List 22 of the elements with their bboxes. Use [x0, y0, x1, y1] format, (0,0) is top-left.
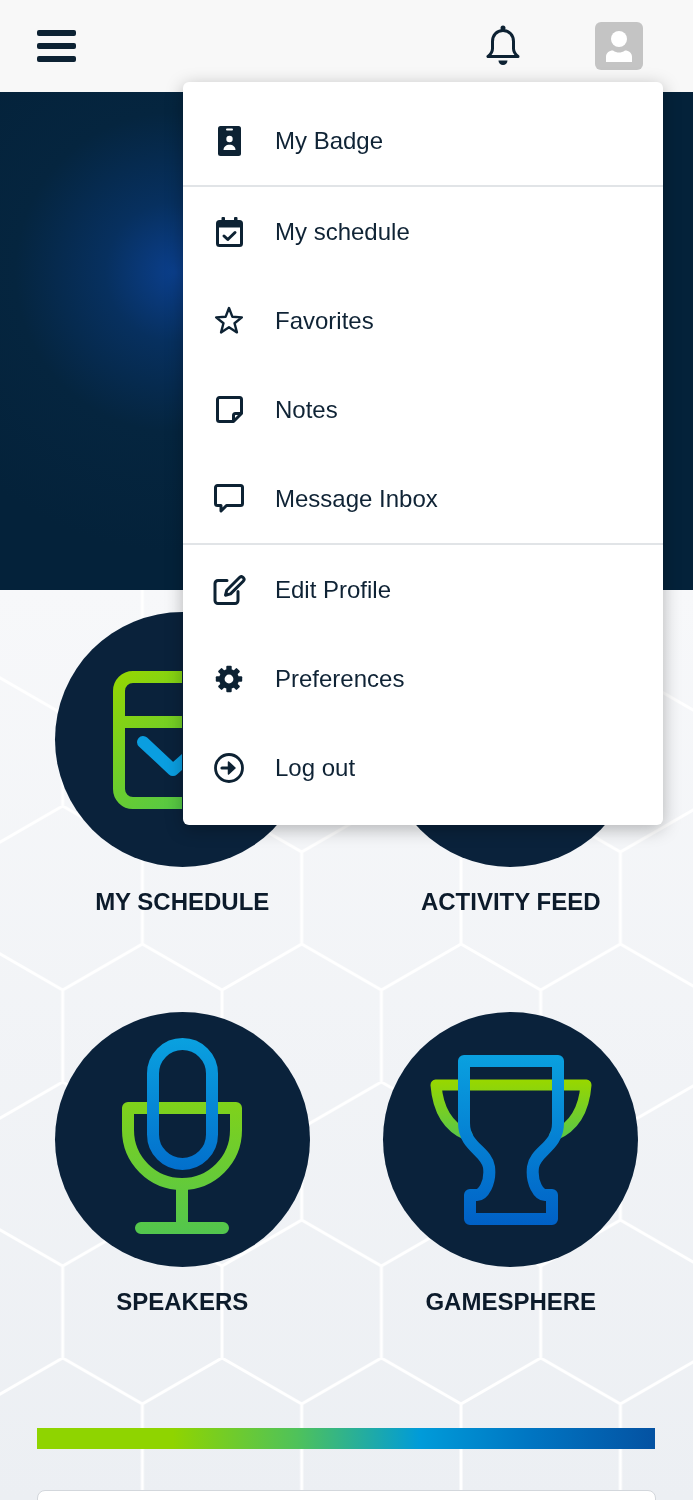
- tile-label: ACTIVITY FEED: [420, 888, 601, 916]
- speech-bubble-icon: [214, 484, 244, 513]
- tile-label: MY SCHEDULE: [95, 888, 270, 916]
- id-badge-icon: [217, 125, 241, 156]
- calendar-check-icon: [113, 670, 183, 809]
- menu-item[interactable]: My Badge: [183, 96, 663, 185]
- tile-label: SPEAKERS: [116, 1288, 249, 1316]
- menu-item[interactable]: Preferences: [183, 634, 663, 723]
- menu-item[interactable]: Log out: [183, 723, 663, 812]
- menu-icon[interactable]: [37, 30, 76, 62]
- settings-icon: [214, 664, 244, 693]
- menu-item[interactable]: Notes: [183, 365, 663, 454]
- menu-item[interactable]: Edit Profile: [183, 545, 663, 634]
- star-icon: [214, 306, 244, 335]
- menu-item[interactable]: Message Inbox: [183, 454, 663, 543]
- menu-item[interactable]: My schedule: [183, 187, 663, 276]
- tile-label: GAMESPHERE: [425, 1288, 597, 1316]
- menu-item[interactable]: Favorites: [183, 276, 663, 365]
- arrow-circle-icon: [214, 752, 244, 783]
- calendar-check-icon: [215, 216, 243, 247]
- note-icon: [215, 396, 243, 423]
- edit-icon: [212, 574, 246, 605]
